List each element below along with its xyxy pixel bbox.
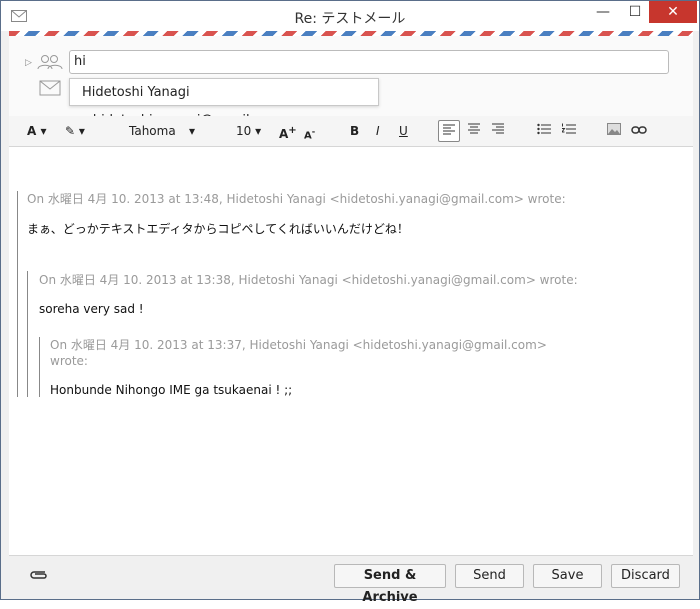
grow-font-button[interactable]: A+: [279, 122, 297, 141]
quote-body: soreha very sad !: [39, 302, 144, 316]
quote-level-1: [17, 191, 18, 397]
compose-header: ▷ hi Hidetoshi Yanagi <hidetoshi.yanagi@…: [9, 36, 693, 128]
insert-link-icon[interactable]: [631, 122, 647, 140]
action-bar: Send & Archive Send Save Discard: [9, 555, 693, 605]
bold-button[interactable]: B: [350, 122, 359, 140]
maximize-button[interactable]: ☐: [621, 1, 649, 23]
italic-button[interactable]: I: [376, 122, 380, 140]
send-archive-button[interactable]: Send & Archive: [334, 564, 446, 605]
insert-image-icon[interactable]: [607, 122, 621, 140]
font-family-dropdown-icon[interactable]: ▾: [189, 122, 195, 140]
quote-header-continued: wrote:: [50, 354, 88, 368]
text-color-button[interactable]: A ▾: [27, 122, 47, 140]
bullet-list-icon[interactable]: [537, 122, 551, 140]
quote-body: Honbunde Nihongo IME ga tsukaenai ! ;;: [50, 383, 293, 397]
highlight-button[interactable]: ✎ ▾: [65, 122, 85, 140]
numbered-list-icon[interactable]: [561, 122, 576, 140]
message-body-editor[interactable]: On 水曜日 4月 10. 2013 at 13:48, Hidetoshi Y…: [9, 147, 693, 555]
send-button[interactable]: Send: [455, 564, 524, 588]
save-button[interactable]: Save: [533, 564, 602, 588]
title-bar: Re: テストメール — ☐ ✕: [1, 1, 699, 31]
contacts-icon[interactable]: [36, 54, 64, 74]
compose-window: Re: テストメール — ☐ ✕ ▷ hi Hidetoshi Yanagi <…: [0, 0, 700, 605]
align-center-icon[interactable]: [468, 122, 480, 140]
quote-header: On 水曜日 4月 10. 2013 at 13:37, Hidetoshi Y…: [50, 338, 547, 352]
align-left-icon[interactable]: [438, 120, 460, 142]
discard-button[interactable]: Discard: [611, 564, 680, 588]
underline-button[interactable]: U: [399, 122, 408, 140]
minimize-button[interactable]: —: [589, 1, 617, 23]
format-toolbar: A ▾ ✎ ▾ Tahoma ▾ 10 ▾ A+ A- B I U: [9, 116, 693, 147]
to-field[interactable]: hi: [69, 50, 669, 74]
quote-level-2: [27, 271, 28, 397]
font-size-select[interactable]: 10 ▾: [236, 122, 261, 140]
expand-recipients-icon[interactable]: ▷: [25, 58, 32, 68]
envelope-icon: [39, 80, 61, 100]
quote-body: まぁ、どっかテキストエディタからコピペしてくればいいんだけどね！: [27, 222, 409, 236]
quote-header: On 水曜日 4月 10. 2013 at 13:38, Hidetoshi Y…: [39, 273, 578, 287]
shrink-font-button[interactable]: A-: [304, 122, 315, 141]
close-button[interactable]: ✕: [649, 1, 697, 23]
font-family-select[interactable]: Tahoma: [129, 122, 176, 140]
paperclip-icon[interactable]: [29, 568, 47, 584]
quote-level-3: [39, 337, 40, 397]
quote-header: On 水曜日 4月 10. 2013 at 13:48, Hidetoshi Y…: [27, 192, 566, 206]
autocomplete-suggestion[interactable]: Hidetoshi Yanagi <hidetoshi.yanagi@gmail…: [69, 78, 379, 128]
align-right-icon[interactable]: [492, 122, 504, 140]
